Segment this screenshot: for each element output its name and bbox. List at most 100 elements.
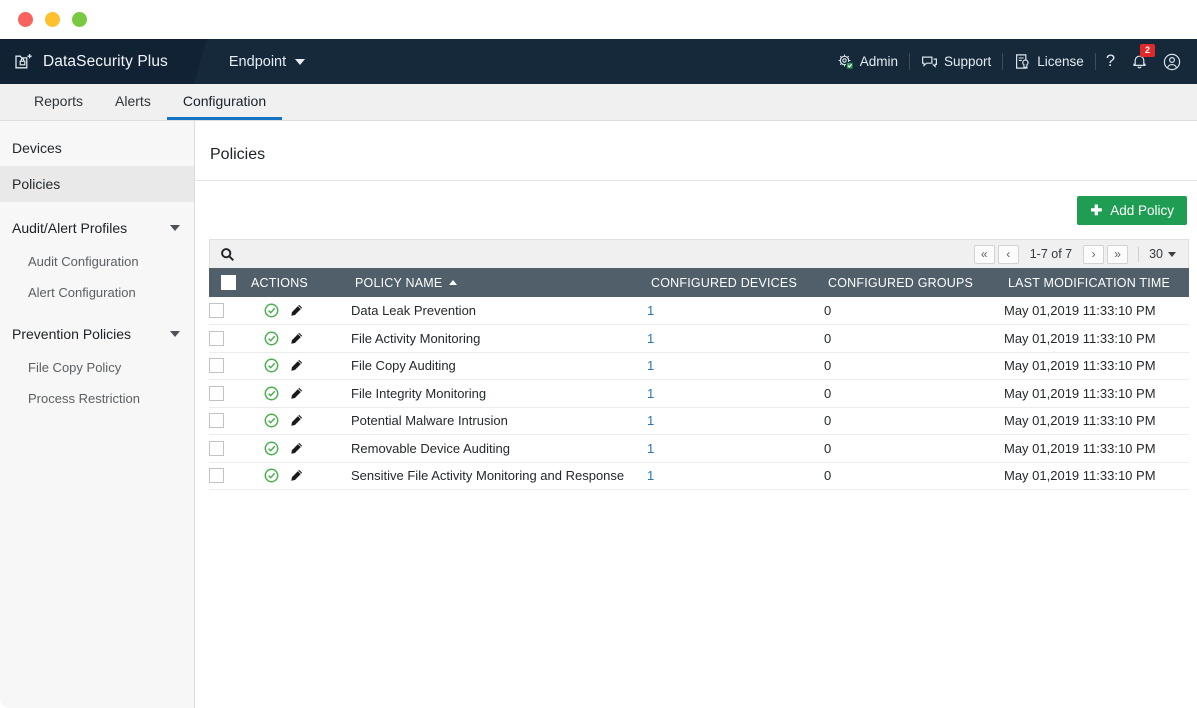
configured-devices-link[interactable]: 1	[647, 358, 654, 373]
edit-pencil-icon[interactable]	[289, 358, 304, 373]
column-actions-label: ACTIONS	[251, 276, 308, 290]
row-checkbox[interactable]	[209, 441, 224, 456]
policy-name-cell: File Integrity Monitoring	[351, 380, 647, 408]
main-navigation: Reports Alerts Configuration	[0, 84, 1197, 121]
column-configured-devices[interactable]: CONFIGURED DEVICES	[647, 268, 824, 297]
pagination-last-button[interactable]: »	[1107, 245, 1128, 264]
row-actions-cell	[247, 297, 351, 325]
close-window-button[interactable]	[18, 12, 33, 27]
enable-status-check-icon[interactable]	[264, 468, 279, 483]
row-checkbox[interactable]	[209, 303, 224, 318]
policy-name-cell: File Activity Monitoring	[351, 325, 647, 353]
table-row[interactable]: Potential Malware Intrusion 1 0 May 01,2…	[209, 407, 1189, 435]
enable-status-check-icon[interactable]	[264, 331, 279, 346]
table-row[interactable]: Data Leak Prevention 1 0 May 01,2019 11:…	[209, 297, 1189, 325]
sidebar-item-label: Policies	[12, 176, 60, 192]
enable-status-check-icon[interactable]	[264, 413, 279, 428]
chevron-down-icon	[170, 225, 180, 231]
sidebar-spacer	[0, 202, 194, 210]
notifications-button[interactable]: 2	[1125, 53, 1157, 70]
configured-groups-cell: 0	[824, 407, 1004, 435]
help-icon[interactable]: ?	[1096, 53, 1125, 70]
table-row[interactable]: Removable Device Auditing 1 0 May 01,201…	[209, 435, 1189, 463]
edit-pencil-icon[interactable]	[289, 413, 304, 428]
column-configured-groups[interactable]: CONFIGURED GROUPS	[824, 268, 1004, 297]
product-selector[interactable]: Endpoint	[229, 54, 305, 70]
edit-pencil-icon[interactable]	[289, 331, 304, 346]
sidebar-group-prevention-policies[interactable]: Prevention Policies	[0, 316, 194, 352]
minimize-window-button[interactable]	[45, 12, 60, 27]
page-size-selector[interactable]: 30	[1149, 247, 1178, 261]
sidebar-item-label: Audit Configuration	[28, 254, 139, 269]
enable-status-check-icon[interactable]	[264, 386, 279, 401]
sidebar-item-label: Alert Configuration	[28, 285, 136, 300]
row-checkbox[interactable]	[209, 358, 224, 373]
search-icon[interactable]	[220, 247, 235, 262]
sidebar-item-policies[interactable]: Policies	[0, 166, 194, 202]
pagination-first-button[interactable]: «	[974, 245, 995, 264]
select-all-checkbox[interactable]	[221, 275, 236, 290]
column-configured-groups-label: CONFIGURED GROUPS	[828, 276, 973, 290]
admin-label: Admin	[860, 54, 898, 69]
column-policy-name[interactable]: POLICY NAME	[351, 268, 647, 297]
chevron-down-icon	[1168, 252, 1176, 257]
configured-devices-link[interactable]: 1	[647, 413, 654, 428]
add-policy-button[interactable]: ✚ Add Policy	[1077, 196, 1187, 225]
sidebar-group-label: Prevention Policies	[12, 326, 131, 342]
product-selector-label: Endpoint	[229, 54, 286, 70]
table-row[interactable]: File Integrity Monitoring 1 0 May 01,201…	[209, 380, 1189, 408]
app-header: DataSecurity Plus Endpoint Admin	[0, 39, 1197, 84]
enable-status-check-icon[interactable]	[264, 303, 279, 318]
configured-devices-cell: 1	[647, 462, 824, 490]
row-actions-cell	[247, 462, 351, 490]
zoom-window-button[interactable]	[72, 12, 87, 27]
user-avatar[interactable]	[1157, 53, 1184, 70]
plus-icon: ✚	[1090, 203, 1102, 217]
edit-pencil-icon[interactable]	[289, 468, 304, 483]
sidebar-item-label: Devices	[12, 140, 62, 156]
tab-configuration[interactable]: Configuration	[167, 94, 282, 120]
sidebar-item-process-restriction[interactable]: Process Restriction	[0, 383, 194, 414]
configured-devices-link[interactable]: 1	[647, 441, 654, 456]
admin-menu[interactable]: Admin	[826, 53, 909, 70]
pagination-prev-button[interactable]: ‹	[998, 245, 1019, 264]
table-row[interactable]: Sensitive File Activity Monitoring and R…	[209, 462, 1189, 490]
table-body: Data Leak Prevention 1 0 May 01,2019 11:…	[209, 297, 1189, 490]
configured-groups-cell: 0	[824, 325, 1004, 353]
row-checkbox[interactable]	[209, 468, 224, 483]
license-label: License	[1037, 54, 1084, 69]
last-modification-time-cell: May 01,2019 11:33:10 PM	[1004, 462, 1189, 490]
pagination-next-button[interactable]: ›	[1083, 245, 1104, 264]
table-row[interactable]: File Activity Monitoring 1 0 May 01,2019…	[209, 325, 1189, 353]
brand-zone[interactable]: DataSecurity Plus	[0, 39, 194, 84]
column-actions: ACTIONS	[247, 268, 351, 297]
configured-devices-link[interactable]: 1	[647, 468, 654, 483]
sidebar-item-alert-configuration[interactable]: Alert Configuration	[0, 277, 194, 308]
sidebar: Devices Policies Audit/Alert Profiles Au…	[0, 121, 195, 708]
policy-name-cell: Sensitive File Activity Monitoring and R…	[351, 462, 647, 490]
configured-groups-cell: 0	[824, 352, 1004, 380]
edit-pencil-icon[interactable]	[289, 441, 304, 456]
enable-status-check-icon[interactable]	[264, 358, 279, 373]
sidebar-group-audit-alert-profiles[interactable]: Audit/Alert Profiles	[0, 210, 194, 246]
row-checkbox[interactable]	[209, 413, 224, 428]
table-row[interactable]: File Copy Auditing 1 0 May 01,2019 11:33…	[209, 352, 1189, 380]
enable-status-check-icon[interactable]	[264, 441, 279, 456]
last-modification-time-cell: May 01,2019 11:33:10 PM	[1004, 352, 1189, 380]
license-menu[interactable]: License	[1003, 53, 1095, 70]
configured-devices-link[interactable]: 1	[647, 303, 654, 318]
configured-devices-link[interactable]: 1	[647, 386, 654, 401]
sidebar-item-devices[interactable]: Devices	[0, 130, 194, 166]
row-checkbox[interactable]	[209, 386, 224, 401]
column-last-modification-time[interactable]: LAST MODIFICATION TIME	[1004, 268, 1189, 297]
tab-reports[interactable]: Reports	[18, 94, 99, 120]
row-checkbox[interactable]	[209, 331, 224, 346]
edit-pencil-icon[interactable]	[289, 303, 304, 318]
edit-pencil-icon[interactable]	[289, 386, 304, 401]
policies-table: ACTIONS POLICY NAME CONFIGURED DEVICES	[209, 268, 1189, 490]
sidebar-item-file-copy-policy[interactable]: File Copy Policy	[0, 352, 194, 383]
sidebar-item-audit-configuration[interactable]: Audit Configuration	[0, 246, 194, 277]
tab-alerts[interactable]: Alerts	[99, 94, 167, 120]
configured-devices-link[interactable]: 1	[647, 331, 654, 346]
support-menu[interactable]: Support	[910, 53, 1002, 70]
